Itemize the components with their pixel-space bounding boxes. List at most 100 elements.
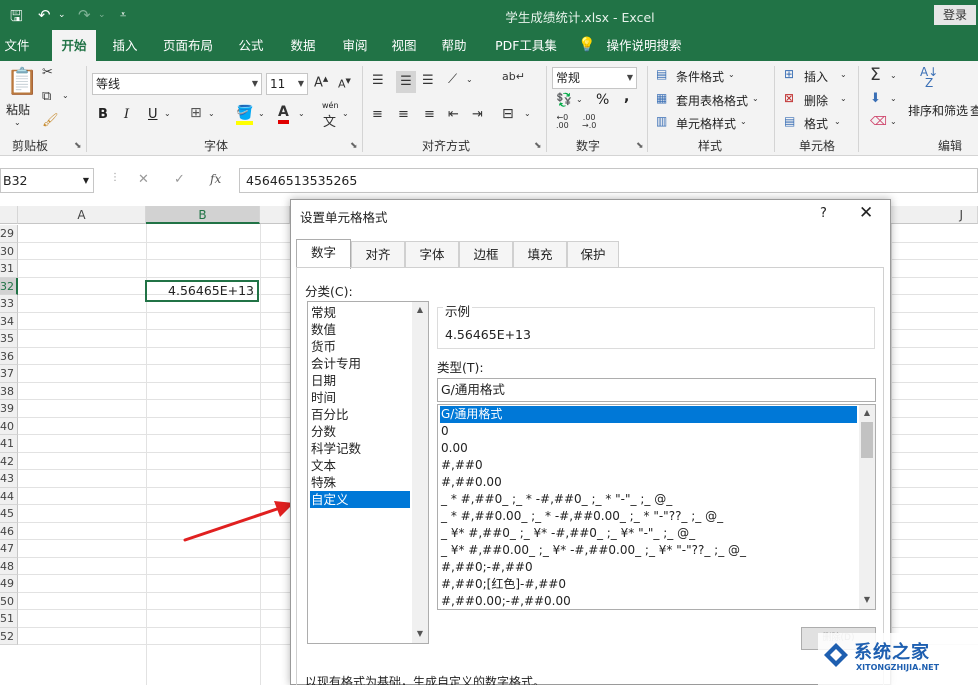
- align-middle-icon[interactable]: ☰: [396, 71, 416, 93]
- column-header-b[interactable]: B: [146, 206, 260, 224]
- cell-styles-dropdown-icon[interactable]: ⌄: [740, 117, 747, 126]
- row-header[interactable]: 40: [0, 417, 18, 435]
- tab-review[interactable]: 审阅: [334, 30, 376, 61]
- font-color-dropdown-icon[interactable]: ⌄: [298, 109, 305, 118]
- category-item[interactable]: 特殊: [310, 474, 410, 491]
- format-as-table-button[interactable]: 套用表格格式: [676, 92, 748, 109]
- cell-styles-button[interactable]: 单元格样式: [676, 115, 736, 132]
- row-header[interactable]: 34: [0, 312, 18, 330]
- table-dropdown-icon[interactable]: ⌄: [752, 94, 759, 103]
- scroll-down-icon[interactable]: ▼: [412, 629, 428, 638]
- category-item[interactable]: 数值: [310, 321, 410, 338]
- alignment-launcher-icon[interactable]: ⬊: [534, 141, 542, 151]
- tab-font[interactable]: 字体: [405, 241, 459, 268]
- insert-cells-button[interactable]: 插入: [804, 68, 828, 85]
- category-item[interactable]: 日期: [310, 372, 410, 389]
- tab-help[interactable]: 帮助: [436, 30, 472, 61]
- category-item[interactable]: 货币: [310, 338, 410, 355]
- enter-icon[interactable]: ✓: [174, 172, 185, 187]
- clipboard-launcher-icon[interactable]: ⬊: [74, 141, 82, 151]
- format-type-item[interactable]: #,##0: [440, 457, 857, 474]
- category-item[interactable]: 自定义: [310, 491, 410, 508]
- align-left-icon[interactable]: ≡: [372, 107, 383, 122]
- format-cells-button[interactable]: 格式: [804, 115, 828, 132]
- category-list[interactable]: 常规 数值 货币 会计专用 日期 时间 百分比 分数 科学记数 文本 特殊 自定义 ▲ ▼: [307, 301, 429, 644]
- fill-down-dropdown-icon[interactable]: ⌄: [890, 94, 897, 103]
- login-button[interactable]: 登录: [934, 5, 976, 25]
- accounting-format-icon[interactable]: 💱: [556, 93, 572, 108]
- delete-cells-icon[interactable]: ⊠: [784, 91, 794, 105]
- conditional-format-button[interactable]: 条件格式: [676, 68, 724, 85]
- help-button[interactable]: ?: [820, 206, 827, 221]
- comma-button[interactable]: ,: [624, 89, 629, 105]
- wrap-text-icon[interactable]: ab↵: [502, 70, 525, 83]
- font-name-select[interactable]: 等线 ▼: [92, 73, 262, 95]
- borders-dropdown-icon[interactable]: ⌄: [208, 109, 215, 118]
- category-scrollbar[interactable]: [412, 302, 428, 643]
- row-header[interactable]: 45: [0, 505, 18, 523]
- format-type-item[interactable]: #,##0;-#,##0: [440, 559, 857, 576]
- category-item[interactable]: 时间: [310, 389, 410, 406]
- category-item[interactable]: 会计专用: [310, 355, 410, 372]
- underline-dropdown-icon[interactable]: ⌄: [164, 109, 171, 118]
- insert-function-button[interactable]: fx: [210, 172, 221, 186]
- align-right-icon[interactable]: ≡: [424, 107, 435, 122]
- row-header[interactable]: 42: [0, 452, 18, 470]
- autosum-icon[interactable]: Σ: [870, 65, 881, 85]
- formula-input[interactable]: 45646513535265: [239, 168, 978, 193]
- tab-fill[interactable]: 填充: [513, 241, 567, 268]
- tab-data[interactable]: 数据: [282, 30, 324, 61]
- cond-dropdown-icon[interactable]: ⌄: [728, 70, 735, 79]
- column-header-c[interactable]: [260, 206, 290, 224]
- row-header[interactable]: 29: [0, 225, 18, 243]
- decrease-decimal-icon[interactable]: .00 →.0: [582, 114, 596, 130]
- delete-dropdown-icon[interactable]: ⌄: [840, 94, 847, 103]
- category-item[interactable]: 文本: [310, 457, 410, 474]
- row-header[interactable]: 49: [0, 575, 18, 593]
- select-all-corner[interactable]: [0, 206, 18, 224]
- increase-decimal-icon[interactable]: ←0.00: [556, 114, 569, 130]
- row-header[interactable]: 43: [0, 470, 18, 488]
- cell-b32[interactable]: 4.56465E+13: [145, 280, 259, 302]
- row-header[interactable]: 33: [0, 295, 18, 313]
- tab-pdf-tools[interactable]: PDF工具集: [486, 30, 566, 61]
- phonetic-char-icon[interactable]: 文: [323, 111, 336, 130]
- row-header[interactable]: 31: [0, 260, 18, 278]
- cancel-icon[interactable]: ✕: [138, 172, 149, 187]
- decrease-font-icon[interactable]: A▼: [338, 77, 351, 91]
- percent-button[interactable]: %: [596, 92, 609, 108]
- copy-dropdown-icon[interactable]: ⌄: [62, 91, 69, 100]
- fill-color-icon[interactable]: 🪣: [236, 105, 254, 125]
- row-header[interactable]: 50: [0, 592, 18, 610]
- tab-file[interactable]: 文件: [0, 30, 34, 61]
- format-type-item[interactable]: _ ¥* #,##0_ ;_ ¥* -#,##0_ ;_ ¥* "-"_ ;_ …: [440, 525, 857, 542]
- number-format-select[interactable]: 常规 ▼: [552, 67, 637, 89]
- align-center-icon[interactable]: ≡: [398, 107, 409, 122]
- merge-dropdown-icon[interactable]: ⌄: [524, 109, 531, 118]
- name-box[interactable]: B32 ▼: [0, 168, 94, 193]
- format-as-table-icon[interactable]: ▦: [656, 91, 667, 105]
- insert-dropdown-icon[interactable]: ⌄: [840, 70, 847, 79]
- fill-down-icon[interactable]: ⬇: [870, 91, 881, 106]
- format-type-item[interactable]: 0.00: [440, 440, 857, 457]
- align-top-icon[interactable]: ☰: [372, 73, 384, 88]
- column-header-j[interactable]: J: [891, 206, 978, 224]
- row-header[interactable]: 46: [0, 522, 18, 540]
- format-type-item[interactable]: G/通用格式: [440, 406, 857, 423]
- merge-center-icon[interactable]: ⊟: [502, 106, 514, 122]
- scroll-up-icon[interactable]: ▲: [859, 408, 875, 417]
- sort-filter-icon[interactable]: A↓ Z: [920, 66, 938, 89]
- increase-indent-icon[interactable]: ⇥: [472, 107, 483, 122]
- conditional-format-icon[interactable]: ▤: [656, 67, 667, 81]
- row-header[interactable]: 44: [0, 487, 18, 505]
- category-item[interactable]: 常规: [310, 304, 410, 321]
- borders-icon[interactable]: ⊞: [190, 105, 202, 121]
- row-header[interactable]: 36: [0, 347, 18, 365]
- sort-filter-button[interactable]: 排序和筛选: [908, 102, 968, 119]
- row-header[interactable]: 30: [0, 242, 18, 260]
- format-type-item[interactable]: _ * #,##0.00_ ;_ * -#,##0.00_ ;_ * "-"??…: [440, 508, 857, 525]
- scroll-up-icon[interactable]: ▲: [412, 305, 428, 314]
- bold-button[interactable]: B: [98, 107, 108, 122]
- category-item[interactable]: 百分比: [310, 406, 410, 423]
- align-bottom-icon[interactable]: ☰: [422, 73, 434, 88]
